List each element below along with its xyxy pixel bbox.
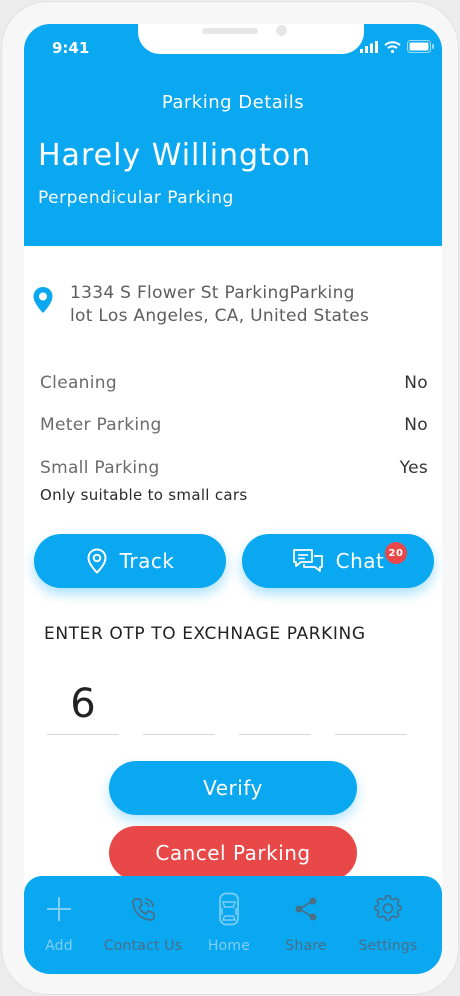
tab-label: Contact Us [103,938,183,954]
status-time: 9:41 [52,39,90,57]
front-camera [276,25,287,36]
tab-contact-us[interactable]: Contact Us [98,892,188,954]
track-label: Track [119,549,175,573]
plus-icon [47,897,71,921]
screen: 9:41 Parking Details Harely Willington P… [24,24,442,974]
verify-button[interactable]: Verify [109,761,357,815]
chat-label: Chat [335,549,385,573]
tab-add[interactable]: Add [24,892,104,954]
address: 1334 S Flower St ParkingParking lot Los … [70,282,410,328]
otp-digit-value: 6 [70,681,96,727]
chat-unread-badge: 20 [385,542,407,564]
address-line-1: 1334 S Flower St ParkingParking [70,283,355,303]
gear-icon [374,895,402,921]
bottom-tab-bar: Add Contact Us Home Share Settings [24,876,442,974]
phone-icon [132,898,155,921]
address-line-2: lot Los Angeles, CA, United States [70,306,370,326]
detail-label: Small Parking [40,458,160,478]
otp-digit-4[interactable] [335,674,407,735]
track-button[interactable]: Track [34,534,226,588]
status-icons [360,40,434,53]
header: 9:41 Parking Details Harely Willington P… [24,24,442,246]
page-title: Parking Details [161,92,305,113]
tab-label: Add [45,938,73,954]
detail-label: Meter Parking [40,415,162,435]
tab-label: Share [285,938,327,954]
small-parking-note: Only suitable to small cars [40,486,248,504]
chat-button[interactable]: Chat 20 [242,534,434,588]
cancel-parking-button[interactable]: Cancel Parking [109,826,357,880]
tab-label: Settings [358,938,418,954]
detail-row-meter-parking: Meter Parking No [40,415,428,435]
parking-type: Perpendicular Parking [38,188,234,208]
share-icon [295,897,317,921]
location-pin-icon [33,287,53,313]
detail-value: No [404,373,428,393]
otp-title: ENTER OTP TO EXCHNAGE PARKING [44,624,366,644]
detail-row-small-parking: Small Parking Yes [40,458,428,478]
battery-icon [407,40,434,53]
detail-label: Cleaning [40,373,117,393]
phone-frame: 9:41 Parking Details Harely Willington P… [2,2,458,994]
detail-value: Yes [399,458,428,478]
detail-row-cleaning: Cleaning No [40,373,428,393]
tab-share[interactable]: Share [261,892,351,954]
chat-icon [292,549,323,572]
location-pin-icon [87,548,107,574]
wifi-icon [384,40,401,53]
otp-digit-1[interactable]: 6 [47,674,119,735]
otp-digit-3[interactable] [239,674,311,735]
signal-icon [360,40,378,53]
tab-settings[interactable]: Settings [343,892,433,954]
otp-digit-2[interactable] [143,674,215,735]
speaker-grille [202,28,258,34]
owner-name: Harely Willington [38,138,312,173]
detail-value: No [404,415,428,435]
car-icon [219,892,239,926]
